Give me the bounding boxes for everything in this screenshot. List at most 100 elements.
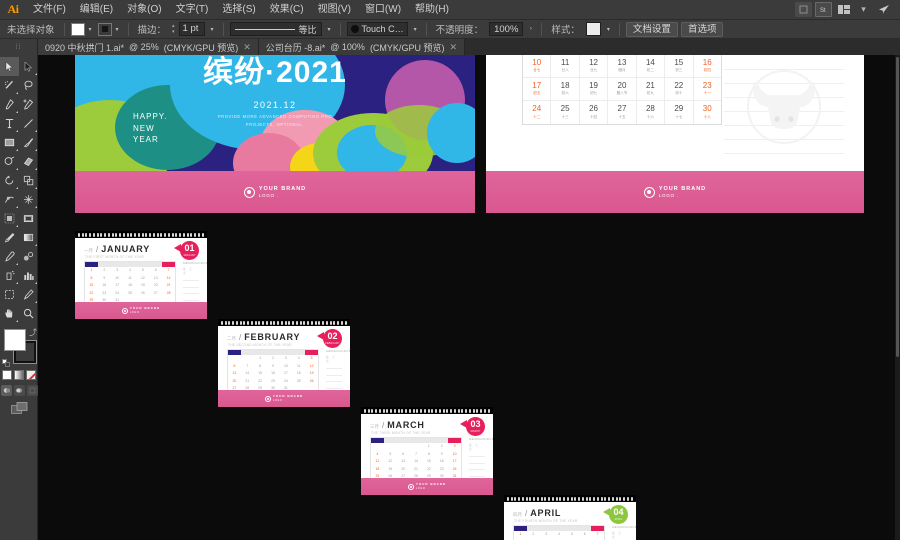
fill-color-control[interactable]: ▾	[70, 22, 95, 36]
rotate-tool[interactable]	[0, 171, 19, 190]
rectangle-tool[interactable]	[0, 133, 19, 152]
document-tab-2[interactable]: 公司台历 -8.ai* @ 100% (CMYK/GPU 预览) ✕	[258, 39, 465, 55]
artboard-month-01[interactable]: 一月 / JANUARY THE FIRST MONTH OF THE YEAR 01 J…	[75, 231, 207, 319]
tool-flyout-indicator[interactable]	[16, 111, 18, 113]
stroke-profile-select[interactable]: 等比	[229, 22, 322, 36]
opacity-flyout-icon[interactable]: ›	[526, 23, 535, 36]
opacity-input[interactable]: 100%	[489, 22, 524, 36]
tool-flyout-indicator[interactable]	[35, 206, 37, 208]
tool-flyout-indicator[interactable]	[16, 187, 18, 189]
chevron-down-icon[interactable]: ▾	[113, 23, 122, 36]
chevron-down-icon[interactable]: ▾	[604, 23, 613, 36]
none-swatch-icon[interactable]	[26, 370, 36, 380]
menu-object[interactable]: 对象(O)	[120, 0, 168, 20]
document-canvas[interactable]: 缤纷·2021 2021.12 PROVIDE MORE ADVANCED CO…	[38, 55, 900, 540]
close-icon[interactable]: ✕	[243, 42, 251, 53]
menu-window[interactable]: 窗口(W)	[358, 0, 408, 20]
lasso-tool[interactable]	[19, 76, 38, 95]
fill-swatch[interactable]	[70, 22, 85, 36]
free-transform-tool[interactable]	[19, 190, 38, 209]
chevron-down-icon[interactable]: ▾	[86, 23, 95, 36]
slice-tool[interactable]	[19, 285, 38, 304]
tool-flyout-indicator[interactable]	[16, 92, 18, 94]
magic-wand-tool[interactable]	[0, 76, 19, 95]
perspective-grid-tool[interactable]	[19, 209, 38, 228]
tool-flyout-indicator[interactable]	[35, 168, 37, 170]
tool-flyout-indicator[interactable]	[16, 263, 18, 265]
gradient-tool[interactable]	[19, 228, 38, 247]
tool-flyout-indicator[interactable]	[16, 320, 18, 322]
swap-fill-stroke-icon[interactable]: ⤴	[29, 327, 37, 338]
tool-flyout-indicator[interactable]	[16, 168, 18, 170]
curvature-tool[interactable]	[19, 95, 38, 114]
selection-tool[interactable]	[0, 57, 19, 76]
artboard-month-04[interactable]: 四月 / APRIL THE FOURTH MONTH OF THE YEAR 04 AP…	[504, 495, 636, 540]
tab-bar-drag-handle[interactable]: ⁞⁞	[0, 39, 38, 55]
chevron-down-icon[interactable]: ▾	[325, 23, 334, 36]
scale-tool[interactable]	[19, 171, 38, 190]
gradient-swatch-icon[interactable]	[14, 370, 24, 380]
chevron-down-icon[interactable]: ▾	[855, 2, 872, 17]
tool-flyout-indicator[interactable]	[16, 225, 18, 227]
bridge-icon[interactable]	[795, 2, 812, 17]
width-tool[interactable]	[0, 190, 19, 209]
menu-effect[interactable]: 效果(C)	[263, 0, 311, 20]
stock-icon[interactable]: St	[815, 2, 832, 17]
document-setup-button[interactable]: 文档设置	[625, 21, 678, 37]
eyedropper-tool[interactable]	[0, 247, 19, 266]
eraser-tool[interactable]	[19, 152, 38, 171]
draw-normal-icon[interactable]	[0, 385, 12, 396]
artboard-tool[interactable]	[0, 285, 19, 304]
arrange-documents-icon[interactable]	[835, 2, 852, 17]
column-graph-tool[interactable]	[19, 266, 38, 285]
draw-behind-icon[interactable]	[13, 385, 25, 396]
tool-flyout-indicator[interactable]	[35, 73, 37, 75]
stroke-swatch[interactable]	[97, 22, 112, 36]
scrollbar-thumb[interactable]	[896, 57, 899, 357]
brush-definition-select[interactable]: Touch C…	[346, 22, 408, 36]
default-fill-stroke-icon[interactable]	[2, 359, 10, 367]
stroke-weight-stepper[interactable]: ▴ ▾	[172, 23, 176, 35]
tool-flyout-indicator[interactable]	[35, 149, 37, 151]
tool-flyout-indicator[interactable]	[16, 149, 18, 151]
draw-inside-icon[interactable]	[26, 385, 38, 396]
mesh-tool[interactable]	[0, 228, 19, 247]
artboard-month-02[interactable]: 二月 / FEBRUARY THE SECOND MONTH OF THE YEAR 0…	[218, 319, 350, 407]
stroke-color-control[interactable]: ▾	[97, 22, 122, 36]
menu-view[interactable]: 视图(V)	[311, 0, 358, 20]
tool-flyout-indicator[interactable]	[16, 130, 18, 132]
tool-flyout-indicator[interactable]	[16, 282, 18, 284]
menu-type[interactable]: 文字(T)	[169, 0, 216, 20]
pen-tool[interactable]	[0, 95, 19, 114]
shaper-tool[interactable]	[0, 152, 19, 171]
tool-flyout-indicator[interactable]	[35, 301, 37, 303]
artboard-inner-spread[interactable]: 3二十4廿一5大雪6廿三7廿四8廿五9廿六10廿七11廿八12廿九13腊月14初…	[486, 55, 864, 213]
paintbrush-tool[interactable]	[19, 133, 38, 152]
canvas-vertical-scrollbar[interactable]	[895, 55, 900, 540]
tool-flyout-indicator[interactable]	[35, 130, 37, 132]
color-swatch-icon[interactable]	[2, 370, 12, 380]
menu-file[interactable]: 文件(F)	[26, 0, 73, 20]
screen-mode-icon[interactable]	[10, 402, 28, 418]
menu-select[interactable]: 选择(S)	[215, 0, 262, 20]
artboard-cover[interactable]: 缤纷·2021 2021.12 PROVIDE MORE ADVANCED CO…	[75, 55, 475, 213]
artboard-month-03[interactable]: 三月 / MARCH THE THIRD MONTH OF THE YEAR 03 MAR…	[361, 407, 493, 495]
stroke-weight-input[interactable]: 1 pt	[178, 22, 205, 36]
preferences-button[interactable]: 首选项	[680, 21, 724, 37]
chevron-down-icon[interactable]: ▾	[411, 23, 420, 36]
hand-tool[interactable]	[0, 304, 19, 323]
tool-flyout-indicator[interactable]	[35, 187, 37, 189]
tool-flyout-indicator[interactable]	[35, 282, 37, 284]
menu-help[interactable]: 帮助(H)	[408, 0, 456, 20]
graphic-style-swatch[interactable]	[585, 22, 601, 36]
tool-flyout-indicator[interactable]	[35, 244, 37, 246]
toolbar-fill-swatch[interactable]	[4, 329, 26, 351]
share-icon[interactable]	[875, 2, 892, 17]
line-segment-tool[interactable]	[19, 114, 38, 133]
blend-tool[interactable]	[19, 247, 38, 266]
symbol-sprayer-tool[interactable]	[0, 266, 19, 285]
type-tool[interactable]	[0, 114, 19, 133]
close-icon[interactable]: ✕	[449, 42, 457, 53]
tool-flyout-indicator[interactable]	[16, 206, 18, 208]
direct-selection-tool[interactable]	[19, 57, 38, 76]
